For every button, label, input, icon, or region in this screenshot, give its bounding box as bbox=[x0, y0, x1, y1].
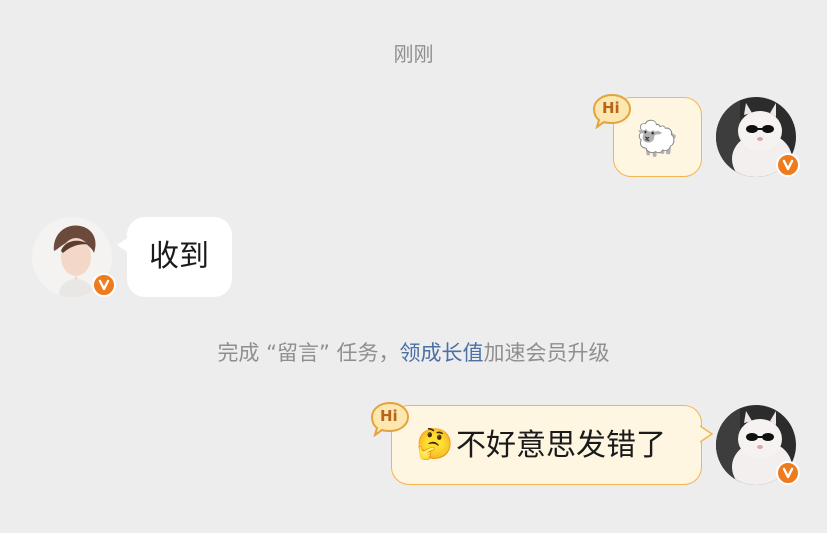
self-avatar[interactable] bbox=[716, 405, 800, 485]
notice-suffix: 加速会员升级 bbox=[483, 341, 610, 365]
message-text: 收到 bbox=[149, 239, 209, 274]
verified-badge bbox=[92, 273, 116, 297]
verified-v-icon bbox=[782, 159, 794, 171]
sheep-emoji: 🐑 bbox=[636, 119, 679, 159]
message-text: 不好意思发错了 bbox=[456, 428, 666, 463]
task-notice: 完成 “留言” 任务，领成长值加速会员升级 bbox=[0, 337, 827, 367]
self-message-bubble[interactable]: 🤔 不好意思发错了 bbox=[391, 405, 714, 485]
notice-link[interactable]: 领成长值 bbox=[400, 341, 484, 365]
thinking-emoji: 🤔 bbox=[416, 427, 454, 462]
contact-avatar[interactable] bbox=[32, 217, 116, 297]
verified-badge bbox=[776, 461, 800, 485]
bubble-tail bbox=[700, 425, 714, 443]
bubble-tail bbox=[117, 237, 129, 253]
hi-badge: Hi bbox=[369, 401, 411, 438]
hi-badge: Hi bbox=[591, 93, 633, 130]
verified-badge bbox=[776, 153, 800, 177]
chat-view: 刚刚 🐑 Hi 收到 完成 “留言” 任务，领成长值加速会员升级 🤔 不好意思发… bbox=[0, 0, 827, 533]
notice-prefix: 完成 “留言” 任务， bbox=[217, 341, 400, 365]
hi-label: Hi bbox=[602, 99, 620, 117]
hi-label: Hi bbox=[380, 407, 398, 425]
self-avatar[interactable] bbox=[716, 97, 800, 177]
contact-message-bubble[interactable]: 收到 bbox=[117, 217, 232, 297]
verified-v-icon bbox=[782, 467, 794, 479]
message-timestamp: 刚刚 bbox=[393, 42, 434, 66]
verified-v-icon bbox=[98, 279, 110, 291]
